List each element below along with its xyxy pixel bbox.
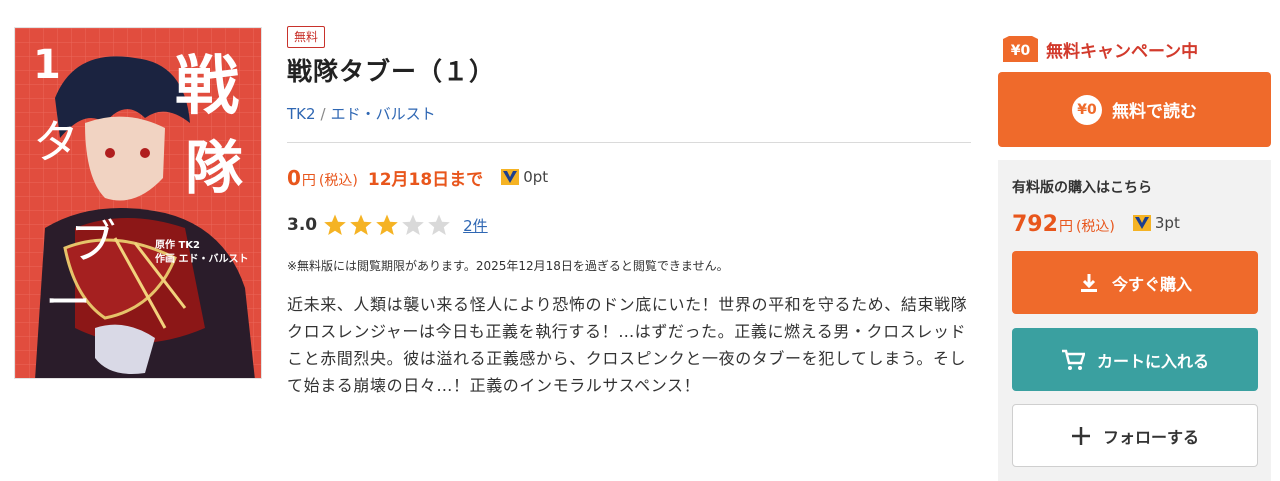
read-free-button[interactable]: ¥0 無料で読む (998, 72, 1271, 147)
author-link-ed-balst[interactable]: エド・バルスト (331, 105, 436, 123)
star-icon (350, 214, 372, 235)
add-to-cart-button[interactable]: カートに入れる (1012, 328, 1258, 391)
free-period-notice: ※無料版には閲覧期限があります。2025年12月18日を過ぎると閲覧できません。 (287, 259, 729, 273)
star-icon (376, 214, 398, 235)
follow-label: フォローする (1102, 427, 1199, 447)
svg-text:タ: タ (33, 115, 79, 169)
svg-text:作画 エド・バルスト: 作画 エド・バルスト (155, 252, 248, 265)
review-count-link[interactable]: 2件 (463, 215, 488, 236)
buy-now-label: 今すぐ購入 (1111, 274, 1192, 294)
campaign-banner: ¥0 無料キャンペーン中 (1003, 36, 1198, 62)
cover-image[interactable]: 戦 隊 タ ブ ー 1 原作 TK2 作画 エド・バルスト (14, 27, 262, 379)
paid-price-amount: 792 (1012, 212, 1058, 237)
paid-price-row: 792 円 (税込) 3pt (1012, 212, 1180, 237)
svg-text:ブ: ブ (70, 215, 116, 269)
svg-text:原作 TK2: 原作 TK2 (155, 238, 200, 251)
cart-icon (1061, 349, 1085, 371)
price-amount: 0 (287, 166, 301, 190)
buy-now-button[interactable]: 今すぐ購入 (1012, 251, 1258, 314)
plus-icon (1071, 426, 1091, 446)
free-price-row: 0 円 (税込) 12月18日まで 0pt (287, 165, 971, 190)
point-v-icon (1132, 215, 1151, 231)
free-deadline: 12月18日まで (367, 170, 484, 190)
rating-score: 3.0 (287, 215, 318, 235)
synopsis: 近未来、人類は襲い来る怪人により恐怖のドン底にいた！世界の平和を守るため、結束戦… (287, 295, 968, 395)
add-to-cart-label: カートに入れる (1096, 351, 1209, 371)
rating-stars (323, 213, 453, 237)
svg-text:1: 1 (33, 42, 61, 88)
rating-row: 3.0 2件 (287, 213, 971, 237)
author-separator: / (320, 105, 326, 123)
star-icon (428, 214, 450, 235)
paid-panel-title: 有料版の購入はこちら (1012, 180, 1152, 196)
svg-text:¥0: ¥0 (1011, 43, 1031, 59)
free-badge: 無料 (287, 26, 326, 48)
paid-points-value: 3pt (1154, 214, 1180, 232)
svg-text:戦: 戦 (175, 49, 239, 124)
paid-price-unit: 円 (1058, 219, 1073, 235)
price-unit: 円 (301, 173, 316, 189)
author-list: TK2/ エド・バルスト (287, 103, 971, 143)
paid-points-display: 3pt (1132, 214, 1180, 232)
book-title: 戦隊タブー（１） (287, 57, 496, 86)
download-icon (1078, 272, 1100, 294)
book-info: 無料 戦隊タブー（１） TK2/ エド・バルスト 0 円 (税込) 12月18日ま… (287, 26, 971, 399)
star-icon (324, 214, 346, 235)
author-link-tk2[interactable]: TK2 (287, 105, 316, 123)
price-tax-note: (税込) (318, 173, 358, 189)
svg-text:隊: 隊 (185, 134, 243, 202)
yen-circle-icon: ¥0 (1072, 94, 1102, 125)
campaign-label: 無料キャンペーン中 (1046, 41, 1199, 62)
paid-price-tax-note: (税込) (1075, 219, 1115, 235)
follow-button[interactable]: フォローする (1012, 404, 1258, 467)
star-icon (402, 214, 424, 235)
points-display: 0pt (501, 168, 548, 186)
yen-tag-icon: ¥0 (1003, 36, 1038, 62)
point-v-icon (501, 169, 520, 185)
read-free-label: 無料で読む (1112, 102, 1197, 122)
svg-text:ー: ー (45, 275, 91, 329)
points-value: 0pt (523, 168, 549, 186)
